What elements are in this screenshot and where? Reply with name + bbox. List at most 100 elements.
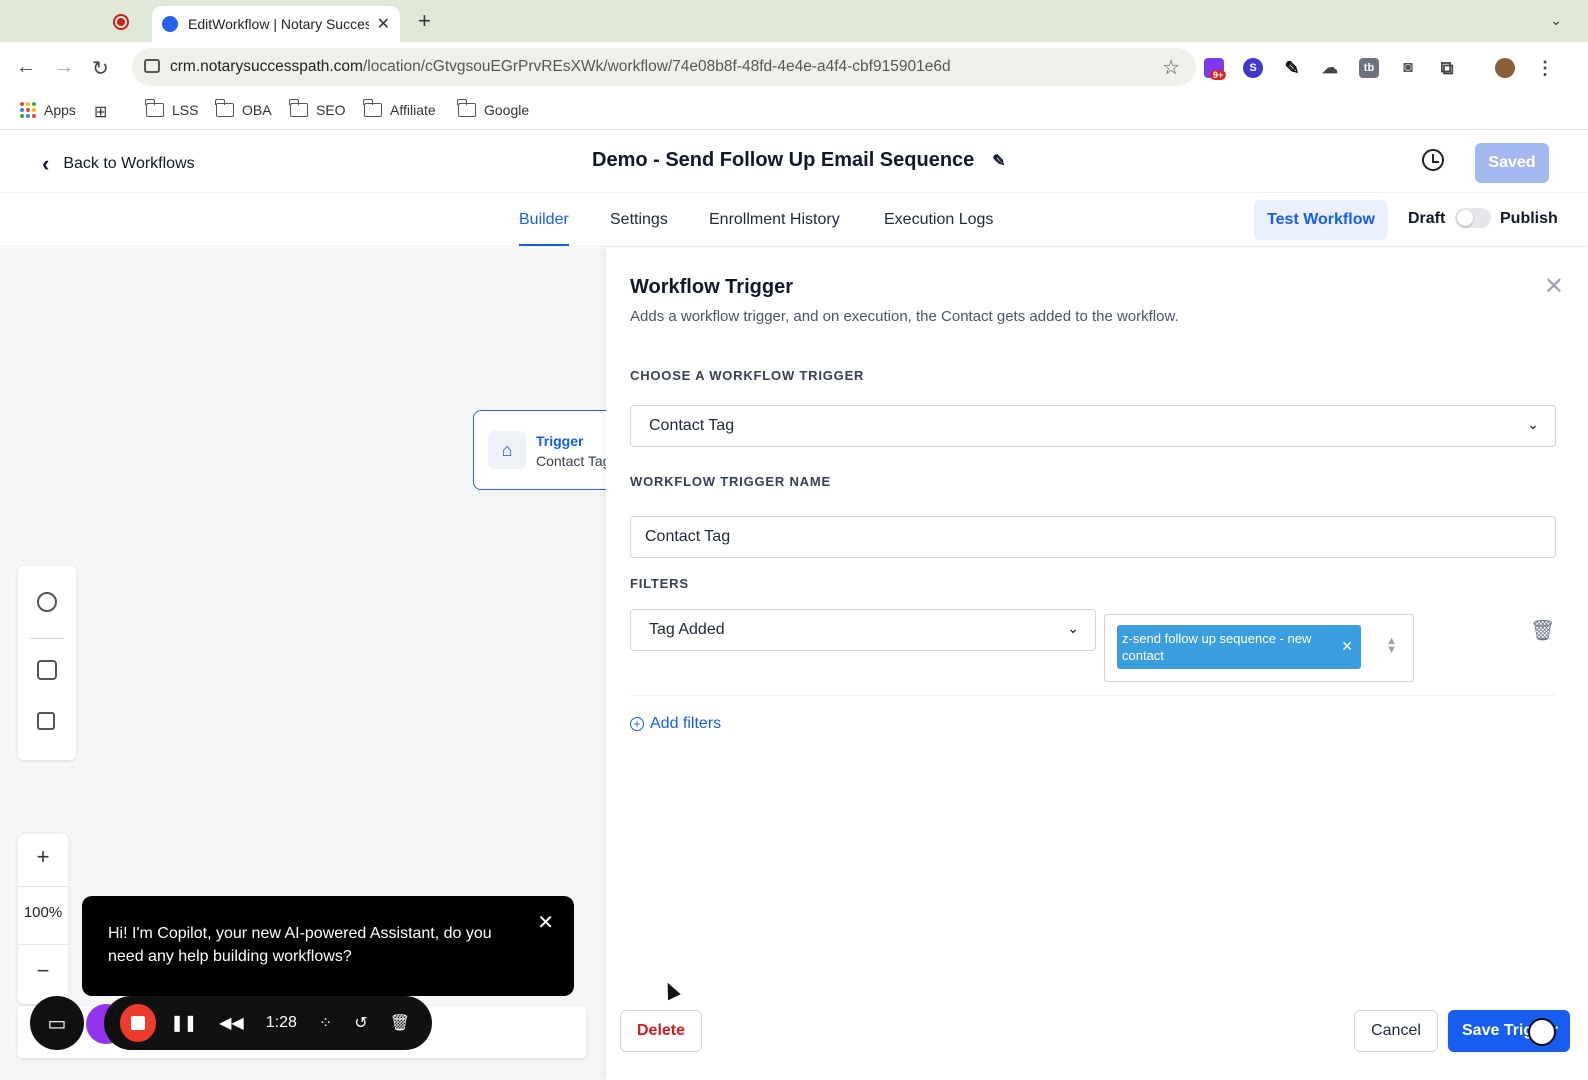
selected-tag-chip: z-send follow up sequence - new contact … <box>1117 625 1361 669</box>
publish-toggle[interactable] <box>1455 208 1491 228</box>
url-host: crm.notarysuccesspath.com <box>170 58 363 75</box>
rewind-icon[interactable]: ◀◀ <box>219 1013 244 1033</box>
camera-toggle-icon[interactable]: ▭ <box>30 996 84 1050</box>
bookmark-folder-affiliate[interactable]: Affiliate <box>363 99 436 118</box>
folder-icon <box>145 99 164 117</box>
tag-chip-label: z-send follow up sequence - new contact <box>1122 631 1312 663</box>
zoom-divider <box>18 944 68 945</box>
bookmark-apps[interactable]: Apps <box>20 102 76 118</box>
help-chat-icon[interactable] <box>1528 1018 1556 1046</box>
forward-arrow-icon[interactable]: → <box>54 56 74 79</box>
site-favicon-icon <box>162 16 178 32</box>
zoom-out-button[interactable]: − <box>18 958 68 984</box>
test-workflow-button[interactable]: Test Workflow <box>1254 200 1388 240</box>
trigger-type-select[interactable]: Contact Tag ⌄ <box>630 405 1556 447</box>
browser-toolbar: ← → ↻ crm.notarysuccesspath.com/location… <box>0 42 1588 94</box>
add-filters-link[interactable]: + Add filters <box>630 715 721 733</box>
trigger-node[interactable]: ⌂ Trigger Contact Tag <box>473 410 606 490</box>
delete-filter-icon[interactable]: 🗑 <box>1530 618 1555 643</box>
tab-enrollment-history[interactable]: Enrollment History <box>709 211 840 229</box>
copilot-text: Hi! I'm Copilot, your new AI-powered Ass… <box>108 925 492 965</box>
delete-button[interactable]: Delete <box>620 1010 702 1052</box>
version-history-icon[interactable] <box>1422 149 1444 171</box>
tag-multiselect[interactable]: z-send follow up sequence - new contact … <box>1104 614 1414 682</box>
toolbar-divider <box>30 638 64 639</box>
stop-recording-button[interactable] <box>120 1004 157 1042</box>
close-icon[interactable]: ✕ <box>1544 272 1564 301</box>
extensions-puzzle-icon[interactable]: ⧉ <box>1437 58 1457 78</box>
trigger-node-subtitle: Contact Tag <box>536 453 606 469</box>
tab-search-chevron-icon[interactable]: ⌄ <box>1550 12 1562 29</box>
bookmark-label: OBA <box>242 102 272 118</box>
extension-tb-icon[interactable]: tb <box>1359 58 1379 78</box>
tab-settings[interactable]: Settings <box>610 211 668 229</box>
publish-label: Publish <box>1500 210 1558 227</box>
eyedropper-icon[interactable]: ✎ <box>1282 58 1302 78</box>
filter-type-value: Tag Added <box>649 621 725 638</box>
chevron-down-icon: ⌄ <box>1067 620 1079 636</box>
bookmark-label: LSS <box>172 102 199 118</box>
new-tab-icon[interactable]: + <box>418 8 431 34</box>
bookmark-folder-google[interactable]: Google <box>457 99 530 118</box>
trigger-settings-panel: Workflow Trigger ✕ Adds a workflow trigg… <box>606 248 1588 1080</box>
zoom-divider <box>18 886 68 887</box>
folder-icon <box>457 99 476 117</box>
close-icon[interactable]: ✕ <box>537 912 554 935</box>
zoom-in-button[interactable]: + <box>18 844 68 870</box>
sticky-note-icon[interactable] <box>37 712 55 730</box>
bookmark-label: Google <box>484 102 530 118</box>
back-arrow-icon[interactable]: ← <box>16 56 36 79</box>
recording-indicator-icon[interactable] <box>113 14 129 30</box>
recorder-controls: ❚❚ ◀◀ 1:28 ⁘ ↺ 🗑 <box>104 996 432 1050</box>
url-path: /location/cGtvgsouEGrPrvREsXWk/workflow/… <box>362 58 951 75</box>
camera-icon[interactable]: ◙ <box>1398 58 1418 78</box>
trigger-name-label: WORKFLOW TRIGGER NAME <box>630 474 831 489</box>
edit-pencil-icon[interactable]: ✎ <box>992 151 1005 171</box>
trash-icon[interactable]: 🗑 <box>390 1013 410 1033</box>
tab-builder[interactable]: Builder <box>519 211 569 246</box>
profile-avatar[interactable] <box>1495 58 1515 78</box>
pause-icon[interactable]: ❚❚ <box>170 1013 197 1033</box>
extension-icon[interactable]: 9+ <box>1204 58 1227 80</box>
bookmark-folder-lss[interactable]: LSS <box>145 99 199 118</box>
remove-tag-icon[interactable]: ✕ <box>1341 638 1353 655</box>
chart-pie-icon[interactable] <box>37 592 57 612</box>
cancel-button[interactable]: Cancel <box>1354 1010 1438 1052</box>
browser-tab-active[interactable]: EditWorkflow | Notary Success ✕ <box>152 6 400 42</box>
bookmark-star-icon[interactable]: ☆ <box>1162 55 1180 80</box>
plus-circle-icon: + <box>630 717 644 731</box>
workflow-title: Demo - Send Follow Up Email Sequence ✎ <box>592 149 1006 172</box>
filters-label: FILTERS <box>630 576 689 591</box>
site-settings-icon[interactable] <box>144 59 160 73</box>
tab-groups-icon[interactable]: ⊞ <box>94 102 107 122</box>
filter-divider <box>630 695 1556 696</box>
workflow-tabs: Builder Settings Enrollment History Exec… <box>0 193 1588 247</box>
address-bar[interactable]: crm.notarysuccesspath.com/location/cGtvg… <box>132 48 1196 86</box>
trigger-type-value: Contact Tag <box>649 417 735 434</box>
bookmark-folder-seo[interactable]: SEO <box>289 99 346 118</box>
grid-icon[interactable]: ⁘ <box>319 1013 332 1033</box>
comment-icon[interactable] <box>37 660 57 680</box>
bookmarks-bar: Apps ⊞ LSS OBA SEO Affiliate Google <box>0 94 1588 130</box>
extension-s-icon[interactable]: S <box>1243 58 1263 78</box>
restart-icon[interactable]: ↺ <box>354 1013 367 1033</box>
folder-icon <box>215 99 234 117</box>
canvas-side-toolbar <box>18 566 76 760</box>
saved-button[interactable]: Saved <box>1475 143 1549 183</box>
chevron-up-down-icon[interactable]: ▲ ▼ <box>1386 636 1397 656</box>
extension-cloud-icon[interactable]: ☁ <box>1320 58 1340 78</box>
panel-title: Workflow Trigger <box>630 276 793 298</box>
trigger-node-title: Trigger <box>536 433 584 449</box>
bookmark-folder-oba[interactable]: OBA <box>215 99 272 118</box>
tab-close-icon[interactable]: ✕ <box>377 14 390 34</box>
trigger-name-input[interactable] <box>630 516 1556 558</box>
workflow-header: ‹ Back to Workflows Demo - Send Follow U… <box>0 131 1588 193</box>
tab-execution-logs[interactable]: Execution Logs <box>884 211 993 229</box>
recording-time: 1:28 <box>265 1014 297 1031</box>
browser-menu-icon[interactable]: ⋮ <box>1535 58 1555 78</box>
back-to-workflows-link[interactable]: ‹ Back to Workflows <box>42 151 195 177</box>
chevron-left-icon: ‹ <box>42 151 50 176</box>
filter-type-select[interactable]: Tag Added ⌄ <box>630 609 1096 651</box>
panel-description: Adds a workflow trigger, and on executio… <box>630 308 1179 325</box>
reload-icon[interactable]: ↻ <box>92 56 109 81</box>
